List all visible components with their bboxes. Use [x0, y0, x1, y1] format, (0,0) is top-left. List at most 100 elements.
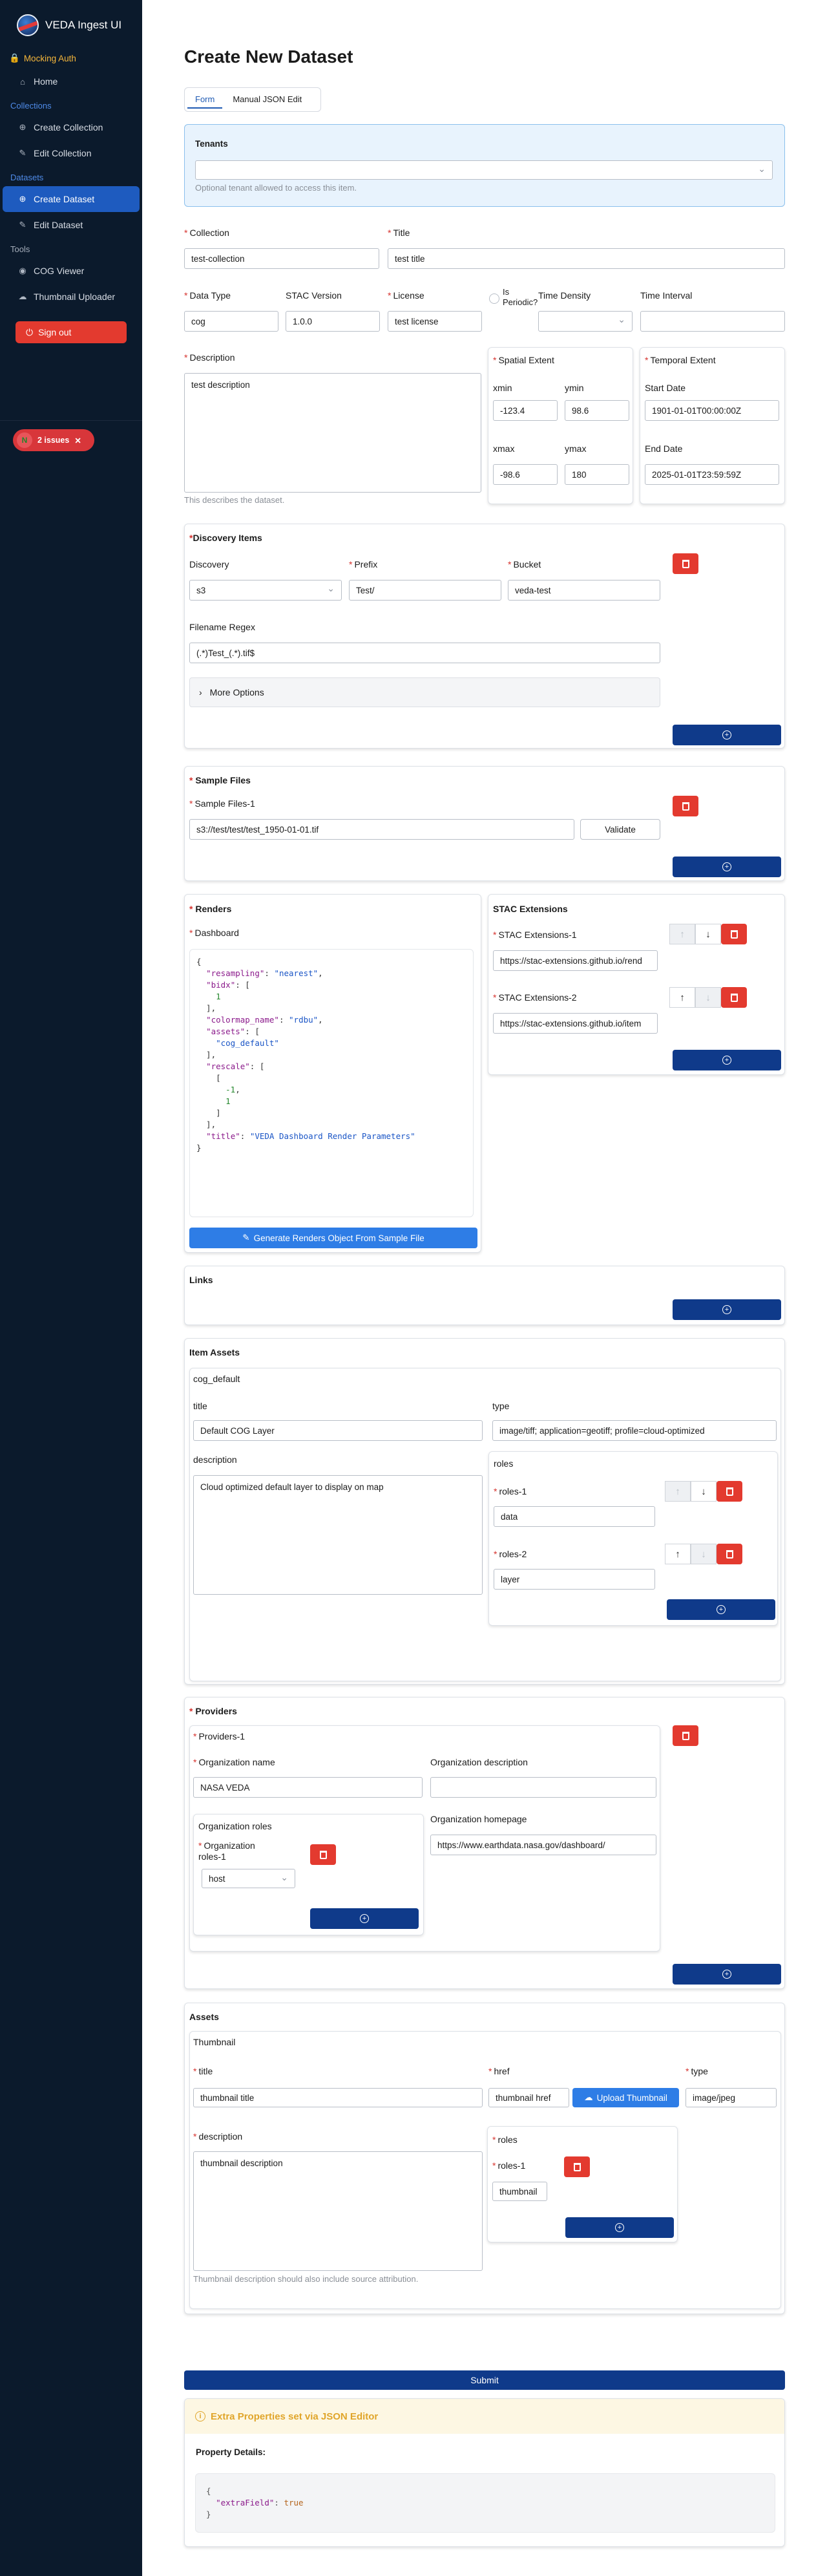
remove-provider-button[interactable] [673, 1725, 698, 1746]
sidebar-item-create-collection[interactable]: ⊕ Create Collection [0, 114, 142, 140]
add-role-button[interactable]: + [667, 1599, 775, 1620]
ymax-input[interactable]: 180 [565, 464, 629, 485]
remove-role-2-button[interactable] [717, 1544, 742, 1564]
close-icon[interactable]: ✕ [74, 436, 81, 445]
move-down-button[interactable]: ↓ [695, 987, 721, 1008]
time-interval-input[interactable] [640, 311, 785, 332]
extra-properties-heading: Extra Properties set via JSON Editor [211, 2411, 379, 2422]
tab-form[interactable]: Form [187, 90, 223, 109]
add-provider-button[interactable]: + [673, 1964, 781, 1985]
org-description-label: Organization description [430, 1757, 528, 1767]
collection-input[interactable]: test-collection [184, 248, 379, 269]
roles-1-input[interactable]: thumbnail [492, 2182, 547, 2201]
edit-icon: ✎ [242, 1233, 250, 1242]
discovery-items-label: *Discovery Items [189, 533, 262, 543]
add-role-button[interactable]: + [565, 2217, 674, 2238]
move-up-button[interactable]: ↑ [665, 1481, 691, 1502]
asset-type-input[interactable]: image/tiff; application=geotiff; profile… [492, 1420, 777, 1441]
thumbnail-href-label: * href [488, 2066, 510, 2076]
renders-json-editor[interactable]: { "resampling": "nearest", "bidx": [ 1 ]… [189, 949, 474, 1217]
sidebar-item-home[interactable]: ⌂ Home [0, 69, 142, 94]
remove-stac-extension-2-button[interactable] [721, 987, 747, 1008]
plus-icon: + [615, 2223, 624, 2232]
roles-2-input[interactable]: layer [494, 1569, 655, 1590]
sidebar-item-thumbnail-uploader[interactable]: ☁ Thumbnail Uploader [0, 284, 142, 310]
sidebar-item-cog-viewer[interactable]: ◉ COG Viewer [0, 258, 142, 284]
org-homepage-label: Organization homepage [430, 1814, 527, 1824]
trash-icon [573, 2162, 581, 2171]
remove-discovery-item-button[interactable] [673, 553, 698, 574]
remove-stac-extension-1-button[interactable] [721, 924, 747, 944]
more-options-accordion[interactable]: › More Options [189, 677, 660, 707]
org-homepage-input[interactable]: https://www.earthdata.nasa.gov/dashboard… [430, 1835, 656, 1855]
add-sample-file-button[interactable]: + [673, 857, 781, 877]
stac-extension-1-input[interactable]: https://stac-extensions.github.io/rend [493, 950, 658, 971]
xmax-input[interactable]: -98.6 [493, 464, 558, 485]
thumbnail-href-input[interactable]: thumbnail href [488, 2088, 569, 2107]
license-input[interactable]: test license [388, 311, 482, 332]
move-down-button[interactable]: ↓ [695, 924, 721, 944]
auth-status: 🔒 Mocking Auth [0, 48, 142, 69]
remove-sample-file-button[interactable] [673, 796, 698, 816]
stac-version-input[interactable]: 1.0.0 [286, 311, 380, 332]
sidebar-item-edit-dataset[interactable]: ✎ Edit Dataset [0, 212, 142, 238]
move-up-button[interactable]: ↑ [669, 987, 695, 1008]
trash-icon [682, 802, 689, 811]
sidebar-item-create-dataset[interactable]: ⊕ Create Dataset [3, 186, 140, 212]
data-type-input[interactable]: cog [184, 311, 278, 332]
org-name-input[interactable]: NASA VEDA [193, 1777, 423, 1798]
sidebar-item-edit-collection[interactable]: ✎ Edit Collection [0, 140, 142, 166]
bucket-input[interactable]: veda-test [508, 580, 660, 601]
move-up-button[interactable]: ↑ [665, 1544, 691, 1564]
add-link-button[interactable]: + [673, 1299, 781, 1320]
upload-thumbnail-button[interactable]: ☁ Upload Thumbnail [572, 2088, 679, 2107]
title-input[interactable]: test title [388, 248, 785, 269]
validate-button[interactable]: Validate [580, 819, 660, 840]
filename-regex-input[interactable]: (.*)Test_(.*).tif$ [189, 643, 660, 663]
sign-out-label: Sign out [38, 327, 72, 337]
move-down-button[interactable]: ↓ [691, 1544, 717, 1564]
asset-title-input[interactable]: Default COG Layer [193, 1420, 483, 1441]
thumbnail-type-input[interactable]: image/jpeg [686, 2088, 777, 2107]
thumbnail-description-label: * description [193, 2131, 243, 2142]
issues-badge[interactable]: N 2 issues ✕ [13, 429, 94, 451]
ymin-input[interactable]: 98.6 [565, 400, 629, 421]
xmin-input[interactable]: -123.4 [493, 400, 558, 421]
asset-description-textarea[interactable]: Cloud optimized default layer to display… [193, 1475, 483, 1595]
tenants-select[interactable] [195, 160, 773, 180]
stac-extension-2-input[interactable]: https://stac-extensions.github.io/item [493, 1013, 658, 1034]
move-down-button[interactable]: ↓ [691, 1481, 717, 1502]
start-date-input[interactable]: 1901-01-01T00:00:00Z [645, 400, 779, 421]
description-textarea[interactable]: test description [184, 373, 481, 493]
chevron-right-icon: › [199, 687, 202, 697]
add-stac-extension-button[interactable]: + [673, 1050, 781, 1070]
remove-role-button[interactable] [564, 2156, 590, 2177]
thumbnail-description-textarea[interactable]: thumbnail description [193, 2151, 483, 2271]
sidebar-item-label: Home [34, 76, 58, 87]
submit-button[interactable]: Submit [184, 2370, 785, 2390]
add-discovery-item-button[interactable]: + [673, 725, 781, 745]
roles-1-input[interactable]: data [494, 1506, 655, 1527]
add-org-role-button[interactable]: + [310, 1908, 419, 1929]
time-density-select[interactable] [538, 311, 633, 332]
sample-file-input[interactable]: s3://test/test/test_1950-01-01.tif [189, 819, 574, 840]
remove-org-role-button[interactable] [310, 1844, 336, 1865]
generate-renders-button[interactable]: ✎ Generate Renders Object From Sample Fil… [189, 1228, 477, 1248]
tab-manual-json-edit[interactable]: Manual JSON Edit [225, 90, 309, 109]
org-description-input[interactable] [430, 1777, 656, 1798]
org-role-1-label: * Organization roles-1 [198, 1840, 255, 1862]
issues-label: 2 issues [37, 436, 70, 445]
end-date-input[interactable]: 2025-01-01T23:59:59Z [645, 464, 779, 485]
thumbnail-title-input[interactable]: thumbnail title [193, 2088, 483, 2107]
discovery-select[interactable]: s3 [189, 580, 342, 601]
roles-2-label: * roles-2 [494, 1549, 527, 1559]
sign-out-button[interactable]: ⏻ Sign out [16, 321, 127, 343]
is-periodic-checkbox[interactable] [489, 293, 499, 304]
item-assets-label: Item Assets [189, 1347, 240, 1357]
move-up-button[interactable]: ↑ [669, 924, 695, 944]
prefix-input[interactable]: Test/ [349, 580, 501, 601]
org-role-1-select[interactable]: host [202, 1869, 295, 1888]
power-icon: ⏻ [26, 326, 34, 337]
upload-icon: ☁ [18, 292, 27, 301]
remove-role-1-button[interactable] [717, 1481, 742, 1502]
